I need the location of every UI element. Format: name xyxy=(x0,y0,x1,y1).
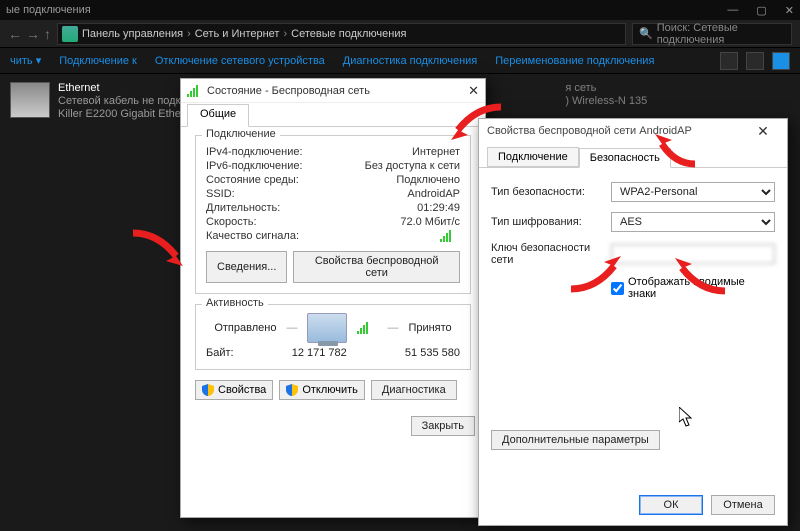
show-chars-label: Отображать вводимые знаки xyxy=(628,276,775,300)
activity-legend: Активность xyxy=(202,297,268,309)
adapter-partial-device: ) Wireless-N 135 xyxy=(565,95,647,108)
properties-close-icon[interactable]: ✕ xyxy=(747,123,779,140)
properties-window-titlebar[interactable]: Свойства беспроводной сети AndroidAP ✕ xyxy=(479,119,787,143)
wifi-properties-button[interactable]: Свойства беспроводной сети xyxy=(293,251,460,283)
sent-label: Отправлено xyxy=(214,322,276,334)
properties-window: Свойства беспроводной сети AndroidAP ✕ П… xyxy=(478,118,788,526)
media-value: Подключено xyxy=(396,174,460,186)
security-type-label: Тип безопасности: xyxy=(491,186,611,198)
encryption-type-label: Тип шифрования: xyxy=(491,216,611,228)
show-chars-checkbox[interactable] xyxy=(611,282,624,295)
nav-up-icon[interactable]: ↑ xyxy=(44,26,51,42)
toolbar: чить ▾ Подключение к Отключение сетевого… xyxy=(0,48,800,74)
bytes-label: Байт: xyxy=(206,347,234,359)
security-type-select[interactable]: WPA2-Personal xyxy=(611,182,775,202)
status-window-title: Состояние - Беспроводная сеть xyxy=(207,85,370,97)
toolbar-tip[interactable]: чить ▾ xyxy=(10,54,41,67)
ipv4-label: IPv4-подключение: xyxy=(206,146,303,158)
connection-group: Подключение IPv4-подключение:Интернет IP… xyxy=(195,135,471,294)
minimize-icon[interactable]: — xyxy=(727,4,738,17)
connection-legend: Подключение xyxy=(202,128,280,140)
activity-group: Активность Отправлено — — Принято Байт: … xyxy=(195,304,471,370)
annotation-arrow xyxy=(128,228,188,268)
toolbar-diagnose[interactable]: Диагностика подключения xyxy=(343,55,477,67)
cancel-button[interactable]: Отмена xyxy=(711,495,775,515)
window-title: ые подключения xyxy=(6,4,91,16)
ssid-label: SSID: xyxy=(206,188,235,200)
speed-value: 72.0 Мбит/с xyxy=(400,216,460,228)
shield-icon xyxy=(286,384,298,396)
properties-label: Свойства xyxy=(218,384,266,396)
view-icon[interactable] xyxy=(720,52,738,70)
security-key-input[interactable] xyxy=(611,244,775,264)
ssid-value: AndroidAP xyxy=(407,188,460,200)
address-bar: ← → ↑ Панель управления › Сеть и Интерне… xyxy=(0,20,800,48)
ipv6-label: IPv6-подключение: xyxy=(206,160,303,172)
toolbar-disable[interactable]: Отключение сетевого устройства xyxy=(155,55,325,67)
control-panel-icon xyxy=(62,26,78,42)
close-button[interactable]: Закрыть xyxy=(411,416,475,436)
activity-computer-icon xyxy=(307,313,347,343)
layout-icon[interactable] xyxy=(746,52,764,70)
search-input[interactable]: 🔍 Поиск: Сетевые подключения xyxy=(632,23,792,45)
disable-button[interactable]: Отключить xyxy=(279,380,365,400)
tab-connection[interactable]: Подключение xyxy=(487,147,579,167)
search-placeholder: Поиск: Сетевые подключения xyxy=(657,22,785,46)
details-button[interactable]: Сведения... xyxy=(206,251,287,283)
status-window: Состояние - Беспроводная сеть ✕ Общие По… xyxy=(180,78,486,518)
encryption-type-select[interactable]: AES xyxy=(611,212,775,232)
advanced-button[interactable]: Дополнительные параметры xyxy=(491,430,660,450)
nav-back-icon[interactable]: ← xyxy=(8,26,22,42)
status-window-titlebar[interactable]: Состояние - Беспроводная сеть ✕ xyxy=(181,79,485,103)
ipv4-value: Интернет xyxy=(412,146,460,158)
adapter-wifi-partial[interactable]: я сеть ) Wireless-N 135 xyxy=(565,82,647,121)
diagnose-button[interactable]: Диагностика xyxy=(371,380,457,400)
tab-security[interactable]: Безопасность xyxy=(579,148,671,168)
properties-button[interactable]: Свойства xyxy=(195,380,273,400)
cursor-icon xyxy=(679,407,693,427)
search-icon: 🔍 xyxy=(639,27,653,40)
quality-value xyxy=(440,230,460,245)
security-key-label: Ключ безопасности сети xyxy=(491,242,611,266)
breadcrumb[interactable]: Панель управления › Сеть и Интернет › Се… xyxy=(57,23,626,45)
ipv6-value: Без доступа к сети xyxy=(365,160,460,172)
window-controls: — ▢ ✕ xyxy=(727,4,794,17)
ethernet-icon xyxy=(10,82,50,118)
breadcrumb-level1[interactable]: Сеть и Интернет xyxy=(195,28,280,40)
activity-signal-icon xyxy=(357,322,371,334)
maximize-icon[interactable]: ▢ xyxy=(756,4,766,17)
nav-forward-icon: → xyxy=(26,26,40,42)
help-icon[interactable] xyxy=(772,52,790,70)
breadcrumb-level2[interactable]: Сетевые подключения xyxy=(291,28,406,40)
speed-label: Скорость: xyxy=(206,216,257,228)
disable-label: Отключить xyxy=(302,384,358,396)
adapter-partial-name: я сеть xyxy=(565,82,647,95)
bytes-sent: 12 171 782 xyxy=(292,347,347,359)
window-titlebar: ые подключения — ▢ ✕ xyxy=(0,0,800,20)
close-icon[interactable]: ✕ xyxy=(785,4,794,17)
tab-general[interactable]: Общие xyxy=(187,104,249,127)
status-close-icon[interactable]: ✕ xyxy=(468,83,479,99)
media-label: Состояние среды: xyxy=(206,174,299,186)
shield-icon xyxy=(202,384,214,396)
toolbar-rename[interactable]: Переименование подключения xyxy=(495,55,654,67)
duration-value: 01:29:49 xyxy=(417,202,460,214)
quality-label: Качество сигнала: xyxy=(206,230,299,245)
ok-button[interactable]: ОК xyxy=(639,495,703,515)
bytes-received: 51 535 580 xyxy=(405,347,460,359)
duration-label: Длительность: xyxy=(206,202,280,214)
breadcrumb-root[interactable]: Панель управления xyxy=(82,28,183,40)
properties-window-title: Свойства беспроводной сети AndroidAP xyxy=(487,125,692,137)
signal-icon xyxy=(187,85,201,97)
received-label: Принято xyxy=(408,322,451,334)
toolbar-connect[interactable]: Подключение к xyxy=(59,55,137,67)
